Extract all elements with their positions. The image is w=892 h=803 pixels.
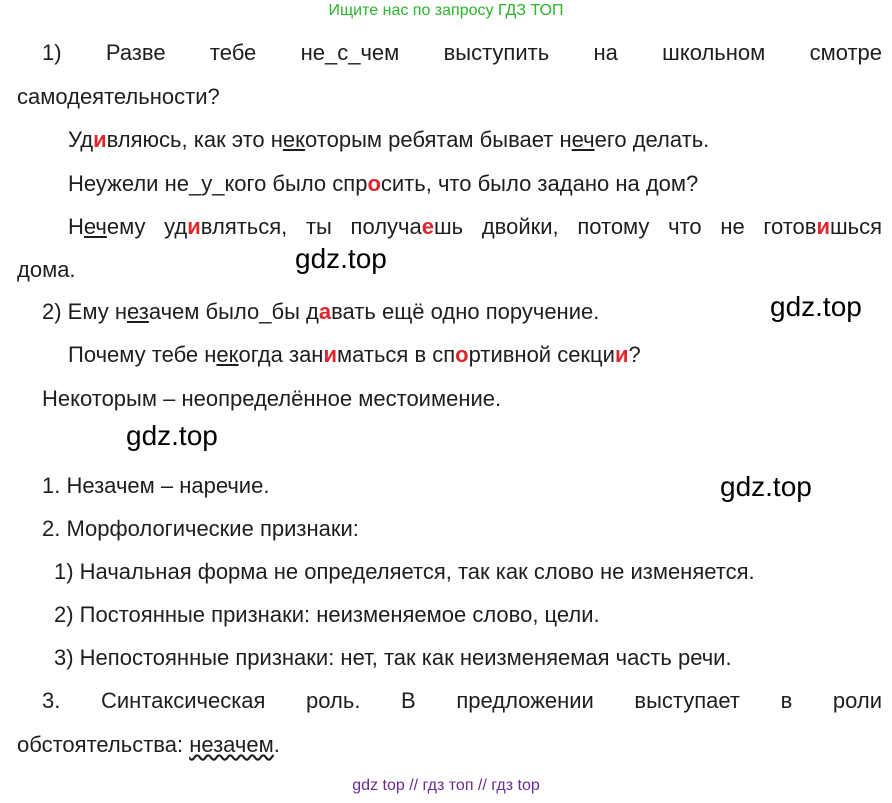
- watermark: gdz.top: [770, 291, 862, 322]
- text-line: 2) Ему незачем было_бы давать ещё одно п…: [42, 299, 600, 324]
- text-line: дома.: [17, 257, 76, 282]
- text-line: Нечему удивляться, ты получаешь двойки, …: [68, 214, 883, 239]
- text-line: 1) Разве тебе не_с_чем выступить на школ…: [42, 40, 882, 65]
- text-line: 2) Постоянные признаки: неизменяемое сло…: [54, 602, 600, 627]
- text-line: самодеятельности?: [17, 84, 220, 109]
- text-line: 3. Синтаксическая роль. В предложении вы…: [42, 688, 882, 713]
- watermark: gdz.top: [295, 243, 387, 274]
- text-line: 3) Непостоянные признаки: нет, так как н…: [54, 645, 732, 670]
- text-line: 2. Морфологические признаки:: [42, 516, 359, 541]
- watermark: gdz.top: [720, 471, 812, 502]
- watermark: gdz.top: [126, 420, 218, 451]
- header-link[interactable]: Ищите нас по запросу ГДЗ ТОП: [0, 2, 892, 20]
- text-line: обстоятельства: незачем.: [17, 732, 280, 757]
- text-line: 1) Начальная форма не определяется, так …: [54, 559, 755, 584]
- footer-link[interactable]: gdz top // гдз топ // гдз top: [0, 777, 892, 795]
- text-line: Неужели не_у_кого было спросить, что был…: [68, 171, 699, 196]
- text-line: Некоторым – неопределённое местоимение.: [42, 386, 502, 411]
- text-line: Почему тебе некогда заниматься в спортив…: [68, 342, 641, 367]
- text-line: Удивляюсь, как это некоторым ребятам быв…: [68, 127, 710, 152]
- text-line: 1. Незачем – наречие.: [42, 473, 270, 498]
